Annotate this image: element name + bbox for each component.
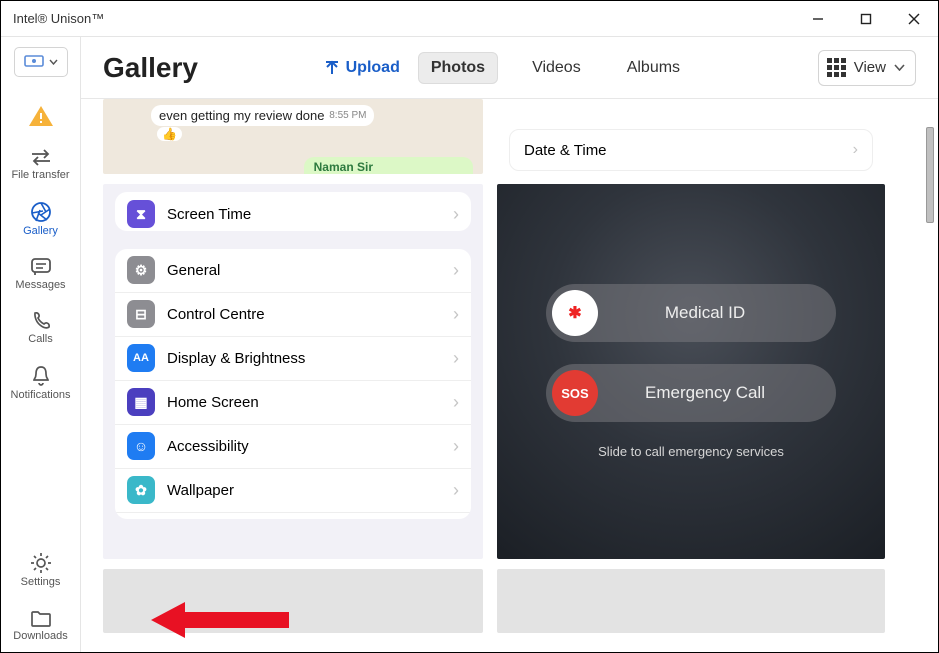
gear-icon [30,552,52,574]
app-window: Intel® Unison™ File trans [0,0,939,653]
device-selector[interactable] [14,47,68,77]
monitor-icon [23,54,45,70]
sidebar-item-notifications[interactable]: Notifications [1,359,81,409]
chat-message: even getting my review done 8:55 PM 👍 [151,105,374,126]
upload-button[interactable]: Upload [324,59,400,77]
chevron-right-icon: › [453,392,459,413]
gallery-thumb[interactable]: ✱ Medical ID SOS Emergency Call Slide to… [497,184,885,559]
window-controls [794,1,938,36]
display-icon: AA [127,344,155,372]
sidebar-item-label: File transfer [11,169,69,181]
gallery-thumb[interactable] [497,569,885,633]
warning-icon [28,105,54,127]
gallery-grid[interactable]: even getting my review done 8:55 PM 👍 Na… [81,99,938,652]
emergency-call-label: Emergency Call [610,383,830,403]
sidebar-item-label: Settings [21,576,61,588]
settings-row-label: Display & Brightness [167,350,305,367]
phone-icon [31,311,51,331]
sidebar-item-label: Calls [28,333,52,345]
settings-row-datetime: Date & Time › [509,129,873,171]
gallery-thumb[interactable]: ⧗ Screen Time › ⚙ General › ⊟ Control Centr… [103,184,483,559]
general-icon: ⚙ [127,256,155,284]
chevron-right-icon: › [453,480,459,501]
titlebar: Intel® Unison™ [1,1,938,37]
close-button[interactable] [890,1,938,36]
sidebar-alert[interactable] [1,99,81,135]
sidebar-item-calls[interactable]: Calls [1,305,81,353]
header: Gallery Upload Photos Videos Albums View [81,37,938,99]
chat-reaction: 👍 [157,127,182,141]
main: Gallery Upload Photos Videos Albums View [81,37,938,652]
folder-icon [30,608,52,628]
bell-icon [31,365,51,387]
chat-sender: Naman Sir [304,157,473,174]
gallery-thumb[interactable]: even getting my review done 8:55 PM 👍 Na… [103,99,483,174]
medical-id-label: Medical ID [610,303,830,323]
settings-row-label: Date & Time [524,142,607,159]
wallpaper-icon: ✿ [127,476,155,504]
medical-id-slider: ✱ Medical ID [546,284,836,342]
settings-row-label: Accessibility [167,438,249,455]
chevron-right-icon: › [453,348,459,369]
settings-row-label: Home Screen [167,394,259,411]
chevron-right-icon: › [453,260,459,281]
chevron-down-icon [894,64,905,71]
tab-photos[interactable]: Photos [418,52,498,84]
settings-row-label: Screen Time [167,206,251,223]
gallery-tabs: Photos Videos Albums [418,52,692,84]
gallery-thumb[interactable] [103,569,483,633]
transfer-icon [29,147,53,167]
accessibility-icon: ☺ [127,432,155,460]
chat-message-text: even getting my review done [159,108,324,123]
sos-icon: SOS [552,370,598,416]
sidebar-item-label: Gallery [23,225,58,237]
sidebar-item-label: Messages [15,279,65,291]
chevron-right-icon: › [453,304,459,325]
screen-time-icon: ⧗ [127,200,155,228]
settings-row-label: Control Centre [167,306,265,323]
home-screen-icon: ▦ [127,388,155,416]
tab-albums[interactable]: Albums [615,53,692,83]
settings-group: ⧗ Screen Time › [115,192,471,231]
window-title: Intel® Unison™ [13,11,104,26]
sidebar-item-label: Notifications [11,389,71,401]
minimize-button[interactable] [794,1,842,36]
emergency-hint: Slide to call emergency services [598,444,784,459]
view-button[interactable]: View [818,50,916,86]
sidebar-item-gallery[interactable]: Gallery [1,195,81,245]
sidebar-item-messages[interactable]: Messages [1,251,81,299]
sidebar-item-file-transfer[interactable]: File transfer [1,141,81,189]
emergency-call-slider: SOS Emergency Call [546,364,836,422]
chevron-right-icon: › [853,141,858,159]
sidebar-item-label: Downloads [13,630,67,642]
chevron-right-icon: › [453,204,459,225]
upload-label: Upload [346,59,400,77]
chevron-down-icon [49,59,58,65]
chevron-right-icon: › [453,436,459,457]
sidebar-item-settings[interactable]: Settings [1,546,81,596]
settings-row: ⧗ Screen Time › [115,192,471,231]
messages-icon [30,257,52,277]
settings-row-label: General [167,262,220,279]
upload-icon [324,60,340,76]
tab-videos[interactable]: Videos [520,53,593,83]
settings-row-label: Wallpaper [167,482,234,499]
sidebar: File transfer Gallery Messages Calls Not… [1,37,81,652]
grid-icon [827,58,846,77]
app-body: File transfer Gallery Messages Calls Not… [1,37,938,652]
aperture-icon [30,201,52,223]
control-centre-icon: ⊟ [127,300,155,328]
sidebar-item-downloads[interactable]: Downloads [1,602,81,652]
medical-id-icon: ✱ [552,290,598,336]
view-label: View [854,59,886,76]
gallery-thumb[interactable]: Date & Time › [497,99,885,174]
settings-group: ⚙ General › ⊟ Control Centre › AA Display & B… [115,249,471,519]
chat-message-time: 8:55 PM [329,110,366,121]
page-title: Gallery [103,52,198,84]
maximize-button[interactable] [842,1,890,36]
